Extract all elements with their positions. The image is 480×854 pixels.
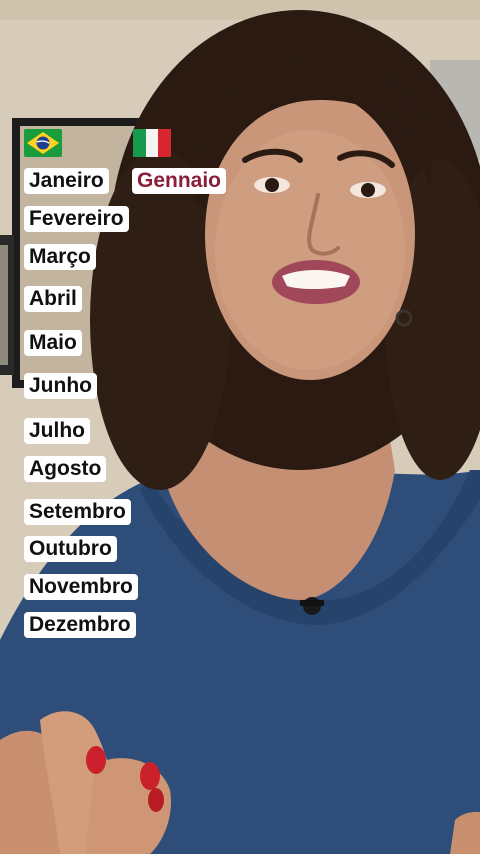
brazil-flag-icon	[24, 129, 62, 157]
month-pt-outubro: Outubro	[24, 536, 117, 562]
month-pt-maio: Maio	[24, 330, 82, 356]
month-pt-agosto: Agosto	[24, 456, 107, 482]
month-it-gennaio: Gennaio	[132, 168, 227, 194]
month-pt-julho: Julho	[24, 418, 90, 444]
month-pt-setembro: Setembro	[24, 499, 131, 525]
italy-flag-icon	[133, 129, 171, 157]
month-pt-novembro: Novembro	[24, 574, 138, 600]
month-pt-abril: Abril	[24, 286, 82, 312]
month-pt-marco: Março	[24, 244, 96, 270]
month-pt-dezembro: Dezembro	[24, 612, 136, 638]
month-pt-junho: Junho	[24, 373, 97, 399]
month-pt-fevereiro: Fevereiro	[24, 206, 129, 232]
month-pt-janeiro: Janeiro	[24, 168, 109, 194]
